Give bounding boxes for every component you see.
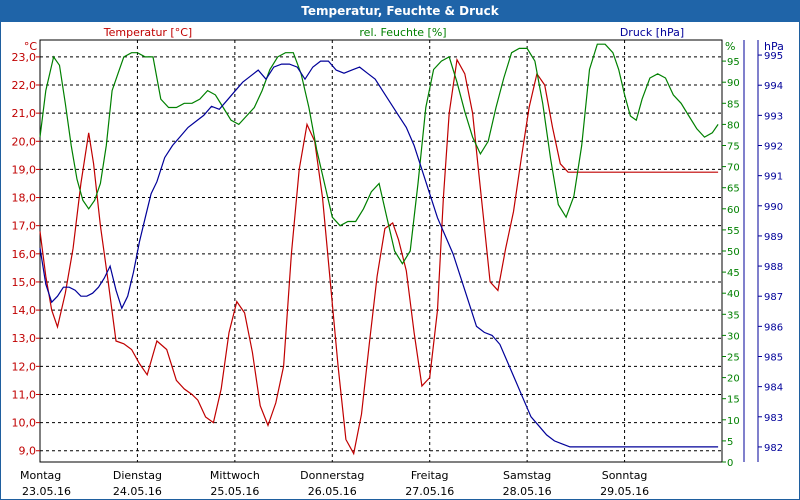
temperature-tick-label: 12,0 [12, 360, 37, 373]
x-tick-day-label: Mittwoch [210, 469, 260, 482]
humidity-tick-label: 85 [727, 99, 740, 110]
pressure-tick-label: 988 [764, 262, 783, 273]
temperature-tick-label: 14,0 [12, 304, 37, 317]
temperature-tick-label: 18,0 [12, 192, 37, 205]
x-tick-date-label: 24.05.16 [113, 485, 162, 498]
pressure-tick-label: 989 [764, 232, 783, 243]
pressure-tick-label: 990 [764, 202, 783, 213]
pressure-unit-label: hPa [764, 40, 784, 53]
temperature-legend-label: Temperatur [°C] [103, 26, 192, 39]
x-tick-day-label: Samstag [503, 469, 551, 482]
x-tick-day-label: Montag [20, 469, 61, 482]
humidity-tick-label: 35 [727, 310, 740, 321]
humidity-tick-label: 80 [727, 120, 740, 131]
pressure-legend-label: Druck [hPa] [620, 26, 684, 39]
temperature-tick-label: 20,0 [12, 135, 37, 148]
humidity-tick-label: 65 [727, 184, 740, 195]
temperature-tick-label: 10,0 [12, 417, 37, 430]
humidity-tick-label: 5 [727, 437, 733, 448]
humidity-tick-label: 45 [727, 268, 740, 279]
axis-labels: 9,0 10,0 11,0 12,0 13,0 14,0 15,0 16,0 17,0 18,0 1… [12, 26, 784, 498]
temperature-tick-label: 16,0 [12, 248, 37, 261]
temperature-tick-label: 13,0 [12, 332, 37, 345]
pressure-tick-label: 982 [764, 443, 783, 454]
humidity-tick-label: 40 [727, 289, 740, 300]
x-tick-day-label: Sonntag [602, 469, 648, 482]
chart-canvas: 9,0 10,0 11,0 12,0 13,0 14,0 15,0 16,0 17,0 18,0 1… [12, 26, 784, 498]
pressure-tick-label: 987 [764, 292, 783, 303]
temperature-tick-label: 9,0 [19, 445, 37, 458]
x-tick-date-label: 28.05.16 [503, 485, 552, 498]
humidity-tick-label: 95 [727, 57, 740, 68]
pressure-tick-label: 986 [764, 322, 783, 333]
pressure-tick-label: 991 [764, 172, 783, 183]
humidity-tick-label: 55 [727, 226, 740, 237]
pressure-tick-label: 994 [764, 81, 783, 92]
pressure-tick-label: 985 [764, 353, 783, 364]
pressure-tick-label: 983 [764, 413, 783, 424]
x-tick-date-label: 27.05.16 [405, 485, 454, 498]
humidity-tick-label: 0 [727, 458, 733, 469]
pressure-tick-label: 984 [764, 383, 783, 394]
axes [36, 39, 762, 463]
x-tick-date-label: 29.05.16 [600, 485, 649, 498]
x-tick-date-label: 26.05.16 [308, 485, 357, 498]
x-tick-date-label: 25.05.16 [210, 485, 259, 498]
humidity-unit-label: % [725, 40, 735, 53]
x-tick-date-label: 23.05.16 [22, 485, 71, 498]
pressure-tick-label: 992 [764, 142, 783, 153]
pressure-tick-label: 993 [764, 111, 783, 122]
humidity-legend-label: rel. Feuchte [%] [359, 26, 446, 39]
x-tick-day-label: Freitag [411, 469, 449, 482]
humidity-tick-label: 60 [727, 205, 740, 216]
temperature-tick-label: 15,0 [12, 276, 37, 289]
series-group [39, 43, 719, 456]
temperature-tick-label: 21,0 [12, 107, 37, 120]
humidity-tick-label: 70 [727, 163, 740, 174]
humidity-tick-label: 20 [727, 374, 740, 385]
humidity-tick-label: 25 [727, 353, 740, 364]
temperature-tick-label: 11,0 [12, 388, 37, 401]
humidity-tick-label: 15 [727, 395, 740, 406]
temperature-tick-label: 22,0 [12, 79, 37, 92]
x-tick-day-label: Dienstag [113, 469, 162, 482]
temperature-tick-label: 19,0 [12, 163, 37, 176]
x-tick-day-label: Donnerstag [300, 469, 364, 482]
temperature-tick-label: 17,0 [12, 220, 37, 233]
humidity-tick-label: 30 [727, 331, 740, 342]
humidity-tick-label: 75 [727, 142, 740, 153]
humidity-tick-label: 90 [727, 78, 740, 89]
temperature-unit-label: °C [24, 40, 38, 53]
humidity-tick-label: 10 [727, 416, 740, 427]
humidity-tick-label: 50 [727, 247, 740, 258]
